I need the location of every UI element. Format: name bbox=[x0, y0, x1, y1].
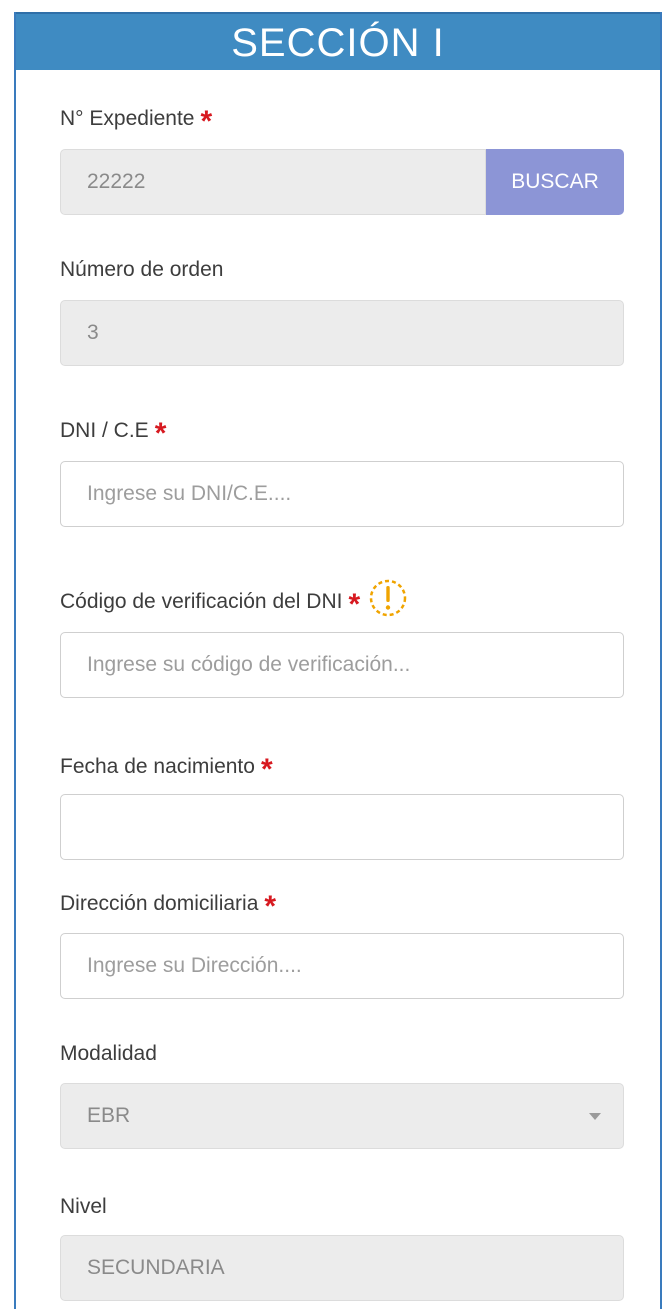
expediente-input[interactable]: 22222 bbox=[60, 149, 486, 215]
fecha-nacimiento-label-text: Fecha de nacimiento bbox=[60, 755, 255, 778]
codigo-verificacion-input[interactable]: Ingrese su código de verificación... bbox=[60, 632, 624, 698]
expediente-label-text: N° Expediente bbox=[60, 107, 195, 130]
dni-input[interactable]: Ingrese su DNI/C.E.... bbox=[60, 461, 624, 527]
fecha-nacimiento-label: Fecha de nacimiento * bbox=[60, 752, 273, 786]
modalidad-label: Modalidad bbox=[60, 1042, 157, 1066]
expediente-value: 22222 bbox=[87, 170, 146, 193]
dni-label: DNI / C.E * bbox=[60, 416, 167, 450]
buscar-button[interactable]: BUSCAR bbox=[486, 149, 624, 215]
codigo-verificacion-placeholder: Ingrese su código de verificación... bbox=[87, 653, 411, 676]
section-title: SECCIÓN I bbox=[231, 21, 445, 65]
numero-orden-value: 3 bbox=[87, 321, 99, 344]
direccion-label: Dirección domiciliaria * bbox=[60, 889, 277, 923]
dni-label-text: DNI / C.E bbox=[60, 419, 149, 442]
required-mark: * bbox=[154, 417, 167, 450]
numero-orden-label: Número de orden bbox=[60, 258, 223, 282]
direccion-input[interactable]: Ingrese su Dirección.... bbox=[60, 933, 624, 999]
required-mark: * bbox=[260, 753, 273, 786]
section-header: SECCIÓN I bbox=[16, 12, 660, 70]
required-mark: * bbox=[348, 588, 361, 621]
form-panel: SECCIÓN I N° Expediente * 22222 BUSCAR N… bbox=[14, 12, 662, 1309]
chevron-down-icon bbox=[589, 1113, 601, 1120]
required-mark: * bbox=[264, 890, 277, 923]
nivel-label-text: Nivel bbox=[60, 1195, 107, 1218]
warning-circle-icon[interactable] bbox=[368, 578, 408, 618]
modalidad-selected: EBR bbox=[87, 1104, 131, 1127]
modalidad-select[interactable]: EBR bbox=[60, 1083, 624, 1149]
codigo-verificacion-label: Código de verificación del DNI * bbox=[60, 579, 408, 622]
nivel-value: SECUNDARIA bbox=[87, 1256, 225, 1279]
required-mark: * bbox=[200, 105, 213, 138]
direccion-placeholder: Ingrese su Dirección.... bbox=[87, 954, 302, 977]
direccion-label-text: Dirección domiciliaria bbox=[60, 892, 259, 915]
modalidad-label-text: Modalidad bbox=[60, 1042, 157, 1065]
fecha-nacimiento-input[interactable] bbox=[60, 794, 624, 860]
dni-placeholder: Ingrese su DNI/C.E.... bbox=[87, 482, 292, 505]
expediente-label: N° Expediente * bbox=[60, 104, 213, 138]
nivel-input: SECUNDARIA bbox=[60, 1235, 624, 1301]
numero-orden-label-text: Número de orden bbox=[60, 258, 224, 281]
numero-orden-input: 3 bbox=[60, 300, 624, 366]
codigo-verificacion-label-text: Código de verificación del DNI bbox=[60, 590, 343, 613]
nivel-label: Nivel bbox=[60, 1195, 107, 1219]
